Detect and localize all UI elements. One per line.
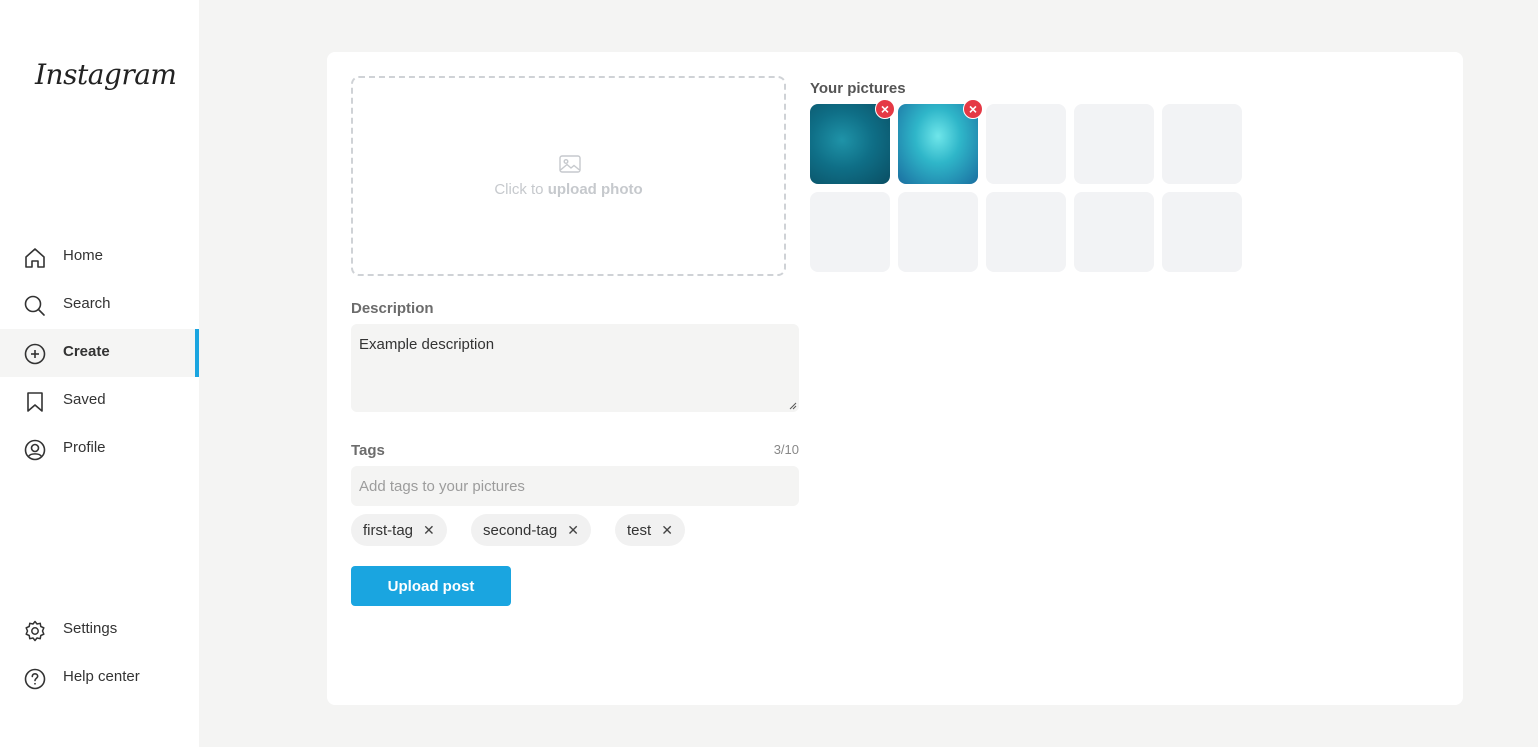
help-icon: [24, 668, 46, 690]
your-pictures-label: Your pictures: [810, 80, 906, 97]
empty-picture-slot: [1162, 104, 1242, 184]
upload-action: upload photo: [547, 181, 643, 198]
sidebar-item-label: Create: [63, 343, 110, 360]
upload-photo-text: Click to upload photo: [353, 181, 784, 198]
bookmark-icon: [27, 392, 43, 412]
search-icon: [24, 295, 45, 316]
sidebar-item-label: Search: [63, 295, 111, 312]
sidebar-item-label: Saved: [63, 391, 106, 408]
sidebar-item-search[interactable]: Search: [0, 281, 199, 329]
remove-tag-icon[interactable]: ✕: [567, 522, 579, 539]
sidebar-item-label: Settings: [63, 620, 118, 637]
sidebar-item-saved[interactable]: Saved: [0, 377, 199, 425]
sidebar: Instagram Home Search Create Saved Profi…: [0, 0, 199, 747]
tag-count: 3/10: [773, 442, 799, 457]
upload-post-button[interactable]: Upload post: [351, 566, 511, 606]
tag-chip: second-tag ✕: [471, 514, 591, 546]
upload-prefix: Click to: [494, 181, 544, 198]
sidebar-item-home[interactable]: Home: [0, 233, 199, 281]
tags-label: Tags: [351, 442, 385, 459]
picture-thumbnail[interactable]: ×: [810, 99, 895, 184]
tags-input[interactable]: [351, 466, 799, 506]
sidebar-item-label: Profile: [63, 439, 106, 456]
sidebar-item-label: Home: [63, 247, 104, 264]
image-icon: [559, 155, 581, 173]
tag-chip-label: first-tag: [363, 521, 414, 539]
sidebar-item-help-center[interactable]: Help center: [0, 654, 199, 702]
empty-picture-slot: [898, 192, 978, 272]
description-label: Description: [351, 300, 434, 317]
close-circle-icon[interactable]: ×: [963, 99, 983, 119]
remove-tag-icon[interactable]: ✕: [661, 522, 673, 539]
picture-thumbnail[interactable]: ×: [898, 99, 983, 184]
sidebar-item-settings[interactable]: Settings: [0, 606, 199, 654]
sidebar-item-label: Help center: [63, 668, 140, 685]
tag-chip-label: second-tag: [483, 521, 558, 539]
user-circle-icon: [24, 439, 46, 461]
tag-chip: test ✕: [615, 514, 685, 546]
plus-circle-icon: [24, 343, 46, 365]
empty-picture-slot: [1162, 192, 1242, 272]
empty-picture-slot: [1074, 104, 1154, 184]
empty-picture-slot: [1074, 192, 1154, 272]
remove-tag-icon[interactable]: ✕: [423, 522, 435, 539]
gear-icon: [25, 620, 45, 642]
tag-chip: first-tag ✕: [351, 514, 447, 546]
upload-photo-dropzone[interactable]: Click to upload photo: [351, 76, 786, 276]
resize-grip-icon[interactable]: [789, 402, 797, 410]
tag-chip-label: test: [627, 521, 652, 539]
description-field[interactable]: Example description: [351, 324, 799, 412]
instagram-logo[interactable]: Instagram: [35, 58, 177, 91]
create-post-panel: Click to upload photo Description Exampl…: [327, 52, 1463, 705]
empty-picture-slot: [986, 104, 1066, 184]
empty-picture-slot: [810, 192, 890, 272]
sidebar-item-create[interactable]: Create: [0, 329, 199, 377]
close-circle-icon[interactable]: ×: [875, 99, 895, 119]
sidebar-item-profile[interactable]: Profile: [0, 425, 199, 473]
home-icon: [25, 248, 45, 268]
empty-picture-slot: [986, 192, 1066, 272]
